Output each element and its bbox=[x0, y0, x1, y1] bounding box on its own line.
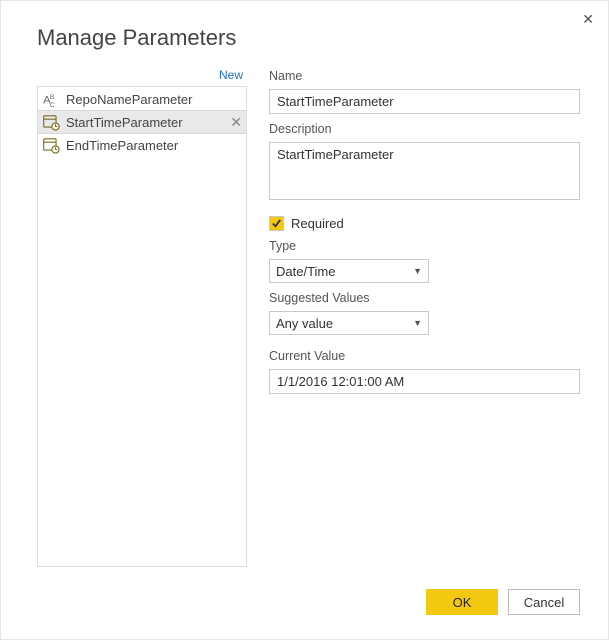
parameter-list: ABC RepoNameParameter StartTimeParameter… bbox=[37, 86, 247, 567]
svg-text:B: B bbox=[50, 94, 55, 101]
type-select[interactable]: Date/Time ▼ bbox=[269, 259, 429, 283]
parameter-row-label: RepoNameParameter bbox=[66, 92, 192, 107]
new-parameter-link[interactable]: New bbox=[37, 67, 247, 86]
dialog-footer: OK Cancel bbox=[426, 589, 580, 615]
suggested-values-value: Any value bbox=[276, 316, 333, 331]
text-type-icon: ABC bbox=[42, 90, 60, 108]
ok-button[interactable]: OK bbox=[426, 589, 498, 615]
parameter-row-repo-name[interactable]: ABC RepoNameParameter bbox=[38, 87, 246, 111]
dialog-title: Manage Parameters bbox=[37, 25, 236, 51]
chevron-down-icon: ▼ bbox=[413, 266, 422, 276]
parameter-form: Name Description Required Type Date/Time… bbox=[247, 67, 580, 567]
parameter-row-start-time[interactable]: StartTimeParameter ✕ bbox=[37, 110, 247, 134]
current-value-label: Current Value bbox=[269, 349, 580, 363]
close-button[interactable]: ✕ bbox=[582, 11, 594, 28]
parameter-row-label: StartTimeParameter bbox=[66, 115, 183, 130]
required-checkbox[interactable] bbox=[269, 216, 284, 231]
type-label: Type bbox=[269, 239, 580, 253]
type-select-value: Date/Time bbox=[276, 264, 335, 279]
dialog-content: New ABC RepoNameParameter bbox=[37, 67, 580, 567]
required-label: Required bbox=[291, 216, 344, 231]
datetime-type-icon bbox=[42, 113, 60, 131]
parameter-list-panel: New ABC RepoNameParameter bbox=[37, 67, 247, 567]
required-checkbox-row[interactable]: Required bbox=[269, 216, 580, 231]
suggested-values-select[interactable]: Any value ▼ bbox=[269, 311, 429, 335]
delete-parameter-icon[interactable]: ✕ bbox=[230, 114, 242, 131]
datetime-type-icon bbox=[42, 136, 60, 154]
suggested-values-label: Suggested Values bbox=[269, 291, 580, 305]
name-input[interactable] bbox=[269, 89, 580, 114]
parameter-row-end-time[interactable]: EndTimeParameter bbox=[38, 133, 246, 157]
chevron-down-icon: ▼ bbox=[413, 318, 422, 328]
current-value-input[interactable] bbox=[269, 369, 580, 394]
description-label: Description bbox=[269, 122, 580, 136]
description-input[interactable] bbox=[269, 142, 580, 200]
name-label: Name bbox=[269, 69, 580, 83]
parameter-row-label: EndTimeParameter bbox=[66, 138, 178, 153]
cancel-button[interactable]: Cancel bbox=[508, 589, 580, 615]
svg-text:C: C bbox=[50, 102, 55, 108]
